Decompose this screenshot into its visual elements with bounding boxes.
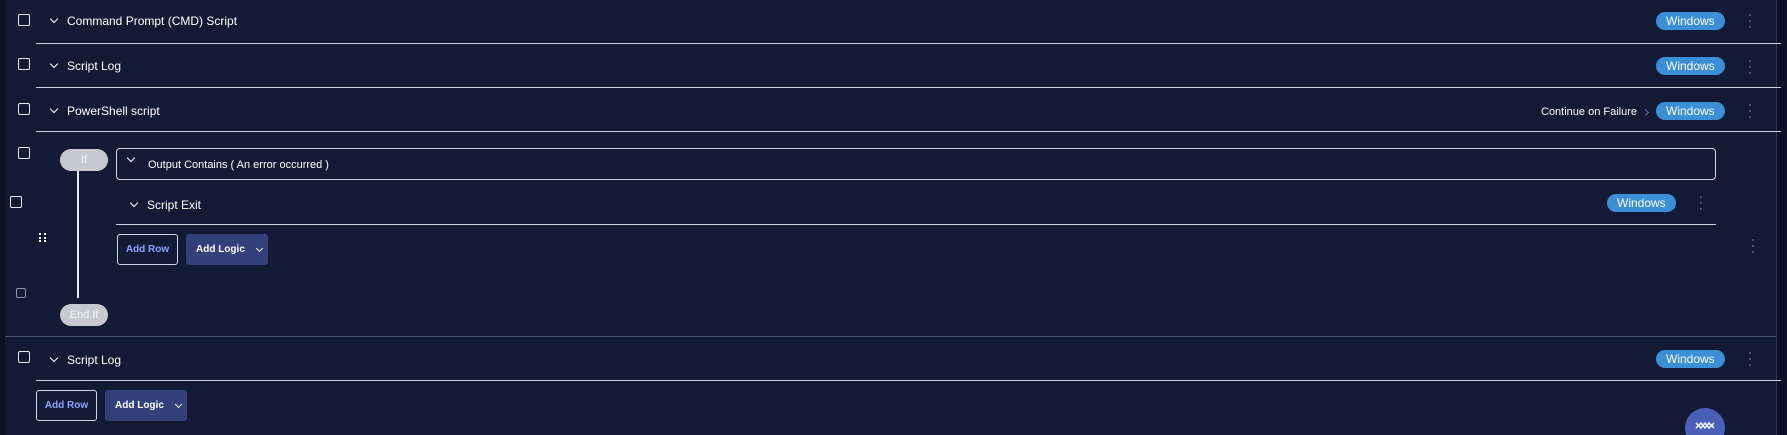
block-divider — [5, 336, 1776, 337]
row-title: Command Prompt (CMD) Script — [67, 14, 238, 28]
chevron-right-icon — [1641, 108, 1650, 116]
row-header[interactable]: Script Log — [49, 59, 122, 73]
support-chat-icon — [1695, 421, 1715, 430]
add-logic-label: Add Logic — [115, 400, 164, 411]
chevron-down-icon[interactable] — [49, 353, 59, 363]
kebab-menu-icon[interactable] — [1748, 104, 1751, 118]
os-badge: Windows — [1656, 102, 1725, 120]
kebab-menu-icon[interactable] — [1748, 14, 1751, 28]
kebab-menu-icon[interactable] — [1751, 239, 1754, 253]
row-header[interactable]: PowerShell script — [49, 104, 160, 118]
end-if-checkbox[interactable] — [16, 288, 26, 298]
row-divider — [36, 43, 1781, 44]
logic-block-checkbox[interactable] — [10, 196, 22, 208]
kebab-menu-icon[interactable] — [1699, 196, 1702, 210]
row-checkbox[interactable] — [18, 103, 30, 115]
row-checkbox[interactable] — [18, 14, 30, 26]
end-if-pill: End If — [60, 304, 108, 326]
row-checkbox[interactable] — [18, 58, 30, 70]
kebab-menu-icon[interactable] — [1748, 60, 1751, 74]
add-logic-button[interactable]: Add Logic — [105, 390, 187, 421]
add-row-button[interactable]: Add Row — [36, 390, 97, 421]
failure-action-label: Continue on Failure — [1541, 106, 1638, 118]
chevron-down-icon — [174, 400, 182, 408]
chevron-down-icon — [255, 244, 263, 252]
nested-row-header[interactable]: Script Exit — [129, 198, 202, 212]
chevron-down-icon[interactable] — [49, 14, 59, 24]
row-checkbox[interactable] — [18, 351, 30, 363]
os-badge: Windows — [1607, 194, 1676, 212]
kebab-menu-icon[interactable] — [1748, 352, 1751, 366]
chevron-down-icon[interactable] — [129, 198, 139, 208]
nested-row-divider — [116, 224, 1716, 225]
nested-row-title: Script Exit — [147, 198, 202, 212]
logic-checkbox[interactable] — [18, 147, 30, 159]
row-header[interactable]: Script Log — [49, 353, 122, 367]
row-header[interactable]: Command Prompt (CMD) Script — [49, 14, 238, 28]
add-logic-label: Add Logic — [196, 244, 245, 255]
chevron-down-icon[interactable] — [126, 153, 136, 163]
os-badge: Windows — [1656, 350, 1725, 368]
row-divider — [36, 380, 1781, 381]
condition-text: Output Contains ( An error occurred ) — [148, 159, 329, 171]
row-title: Script Log — [67, 353, 122, 367]
os-badge: Windows — [1656, 12, 1725, 30]
logic-connector-line — [77, 170, 79, 298]
os-badge: Windows — [1656, 57, 1725, 75]
scrollbar-track[interactable] — [1776, 0, 1787, 435]
row-title: Script Log — [67, 59, 122, 73]
row-divider — [36, 131, 1781, 132]
condition-box[interactable]: Output Contains ( An error occurred ) — [116, 148, 1716, 180]
chevron-down-icon[interactable] — [49, 104, 59, 114]
row-divider — [36, 87, 1781, 88]
add-logic-button[interactable]: Add Logic — [186, 234, 268, 265]
row-title: PowerShell script — [67, 104, 160, 118]
add-row-button[interactable]: Add Row — [117, 234, 178, 265]
failure-action-link[interactable]: Continue on Failure — [1541, 106, 1650, 118]
left-panel-edge — [0, 0, 5, 435]
chevron-down-icon[interactable] — [49, 59, 59, 69]
drag-handle-icon[interactable] — [39, 233, 47, 243]
if-pill: If — [60, 149, 108, 171]
support-chat-button[interactable] — [1685, 408, 1725, 435]
